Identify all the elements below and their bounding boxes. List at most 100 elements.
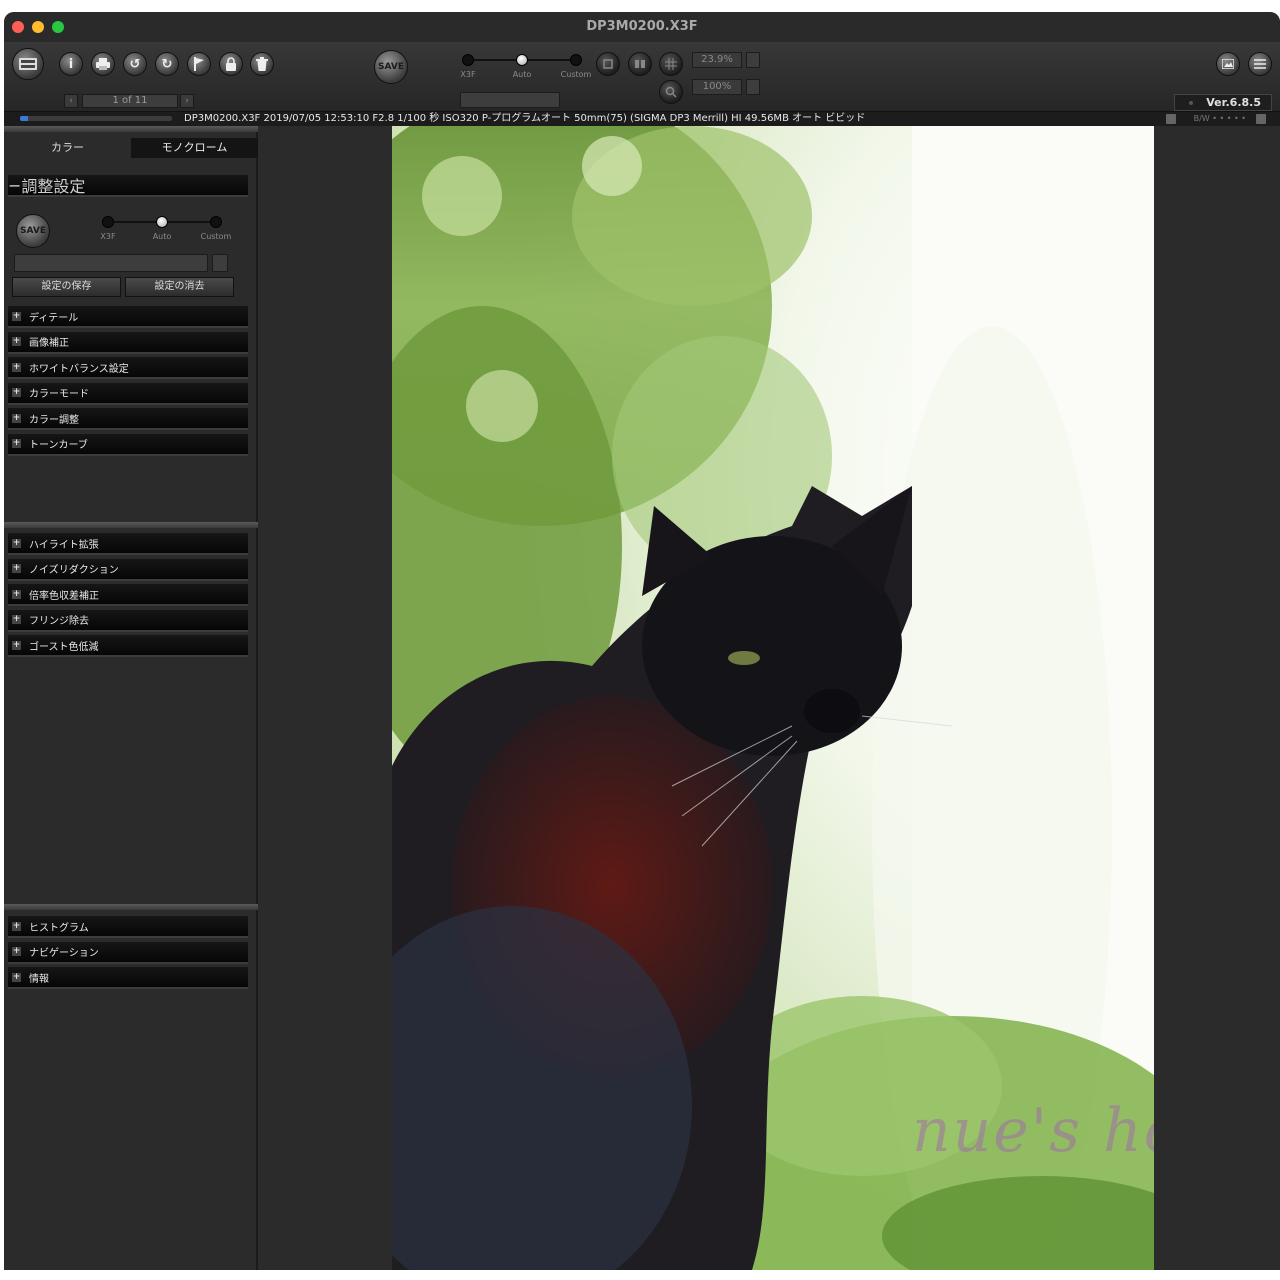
- collapse-icon: −: [8, 175, 22, 195]
- rotate-right-icon[interactable]: ↻: [155, 52, 179, 76]
- list-view-icon[interactable]: [1248, 52, 1272, 76]
- expand-icon: +: [12, 361, 21, 372]
- adjust-settings-header[interactable]: − 調整設定: [8, 175, 248, 197]
- version-text: Ver.6.8.5: [1206, 96, 1261, 109]
- expand-icon: +: [12, 336, 21, 346]
- bw-indicator: B/W • • • • •: [1193, 114, 1246, 123]
- adjust-panel-label: 画像補正: [29, 338, 69, 349]
- crop-icon[interactable]: [596, 52, 620, 76]
- expand-icon: +: [12, 614, 21, 624]
- color-mode-tabs: カラー モノクローム: [4, 138, 258, 158]
- expand-icon: +: [12, 563, 21, 573]
- sidebar-divider: [4, 522, 258, 528]
- split-view-icon[interactable]: [628, 52, 652, 76]
- title-bar: DP3M0200.X3F: [4, 12, 1280, 42]
- expand-icon: +: [12, 639, 21, 650]
- zoom-stepper[interactable]: [746, 52, 760, 68]
- correction-panel-label: ゴースト色低減: [29, 641, 99, 653]
- sidebar-mode-custom: Custom: [200, 232, 232, 241]
- adjust-panel-row[interactable]: + カラー調整: [8, 408, 248, 430]
- toolbar: i ↺ ↻ ‹ 1 of 11 › SAVE X3F Auto Custom 2…: [4, 42, 1280, 112]
- mode-label-x3f: X3F: [460, 70, 476, 79]
- print-icon[interactable]: [91, 52, 115, 76]
- next-image-button[interactable]: ›: [180, 94, 194, 108]
- info-panel-row[interactable]: + ナビゲーション: [8, 941, 248, 964]
- expand-icon: +: [12, 588, 21, 599]
- scale-stepper[interactable]: [746, 79, 760, 95]
- adjust-panel-label: カラーモード: [29, 389, 89, 400]
- expand-icon: +: [12, 920, 21, 931]
- sidebar-mode-slider[interactable]: X3F Auto Custom: [100, 216, 231, 244]
- photo-preview[interactable]: nue's hobby: [392, 126, 1154, 1270]
- expand-icon: +: [12, 412, 21, 423]
- flag-icon[interactable]: [187, 52, 211, 76]
- scale-field[interactable]: 100%: [692, 79, 742, 95]
- tab-color[interactable]: カラー: [4, 138, 131, 158]
- mode-label-auto: Auto: [512, 70, 532, 79]
- correction-panel-row[interactable]: + 倍率色収差補正: [8, 584, 248, 606]
- grid-icon[interactable]: [659, 52, 683, 76]
- lock-status-icon: [1166, 114, 1176, 124]
- version-label: Ver.6.8.5: [1174, 94, 1272, 111]
- image-viewer[interactable]: nue's hobby: [260, 126, 1280, 1270]
- adjust-panel-row[interactable]: + ディテール: [8, 306, 248, 328]
- tab-monochrome[interactable]: モノクローム: [131, 138, 258, 158]
- expand-icon: +: [12, 310, 21, 321]
- correction-panel-row[interactable]: + ゴースト色低減: [8, 635, 248, 657]
- info-panel-label: ナビゲーション: [29, 948, 99, 959]
- correction-panel-label: フリンジ除去: [29, 616, 89, 627]
- sidebar-divider: [4, 126, 258, 132]
- expand-icon: +: [12, 537, 21, 548]
- sidebar-preset-select[interactable]: [14, 254, 208, 272]
- correction-panel-label: ノイズリダクション: [29, 565, 119, 576]
- info-panel-label: ヒストグラム: [29, 922, 89, 934]
- app-window: DP3M0200.X3F i ↺ ↻ ‹ 1 of 11 › SAVE X3F …: [4, 12, 1280, 1270]
- correction-panel-row[interactable]: + フリンジ除去: [8, 609, 248, 632]
- zoom-field[interactable]: 23.9%: [692, 52, 742, 68]
- delete-settings-button[interactable]: 設定の消去: [125, 277, 234, 297]
- expand-icon: +: [12, 971, 21, 982]
- adjust-panel-row[interactable]: + 画像補正: [8, 331, 248, 354]
- correction-panel-label: ハイライト拡張: [29, 539, 99, 551]
- lock-icon[interactable]: [219, 52, 243, 76]
- save-settings-button[interactable]: 設定の保存: [12, 277, 121, 297]
- mode-slider[interactable]: X3F Auto Custom: [460, 54, 591, 82]
- info-panel-label: 情報: [29, 973, 49, 985]
- sidebar-preset-stepper[interactable]: [212, 254, 228, 272]
- image-view-icon[interactable]: [1216, 52, 1240, 76]
- adjust-panel-row[interactable]: + トーンカーブ: [8, 433, 248, 456]
- sidebar-save-button[interactable]: SAVE: [16, 214, 50, 248]
- expand-icon: +: [12, 387, 21, 397]
- sidebar: カラー モノクローム − 調整設定 SAVE X3F Auto Custom 設…: [4, 126, 258, 1270]
- rotate-left-icon[interactable]: ↺: [123, 52, 147, 76]
- image-pager: 1 of 11: [82, 94, 178, 108]
- info-icon[interactable]: i: [59, 52, 83, 76]
- progress-bar: [20, 116, 172, 121]
- adjust-panel-label: ディテール: [29, 312, 79, 324]
- correction-panel-row[interactable]: + ノイズリダクション: [8, 558, 248, 581]
- expand-icon: +: [12, 946, 21, 956]
- correction-panel-row[interactable]: + ハイライト拡張: [8, 533, 248, 555]
- correction-panel-label: 倍率色収差補正: [29, 590, 99, 602]
- loupe-icon[interactable]: [659, 80, 683, 104]
- adjust-panel-label: カラー調整: [29, 414, 79, 426]
- sidebar-mode-auto: Auto: [152, 232, 172, 241]
- trash-icon[interactable]: [250, 52, 274, 76]
- watermark-text: nue's hobby: [912, 1096, 1154, 1166]
- prev-image-button[interactable]: ‹: [64, 94, 78, 108]
- adjust-panel-label: ホワイトバランス設定: [29, 363, 129, 375]
- adjust-panel-label: トーンカーブ: [29, 440, 88, 451]
- sigma-logo-icon[interactable]: [12, 48, 44, 80]
- mode-label-custom: Custom: [560, 70, 592, 79]
- info-panel-row[interactable]: + 情報: [8, 967, 248, 989]
- preset-select[interactable]: [460, 92, 560, 108]
- adjust-panel-row[interactable]: + ホワイトバランス設定: [8, 357, 248, 379]
- adjust-settings-label: 調整設定: [21, 177, 86, 196]
- adjust-panel-row[interactable]: + カラーモード: [8, 382, 248, 405]
- sidebar-divider: [4, 904, 258, 910]
- save-button[interactable]: SAVE: [374, 50, 408, 84]
- info-panel-icon[interactable]: [1256, 114, 1266, 124]
- info-panel-row[interactable]: + ヒストグラム: [8, 916, 248, 938]
- sidebar-mode-x3f: X3F: [100, 232, 116, 241]
- image-info-text: DP3M0200.X3F 2019/07/05 12:53:10 F2.8 1/…: [184, 113, 866, 124]
